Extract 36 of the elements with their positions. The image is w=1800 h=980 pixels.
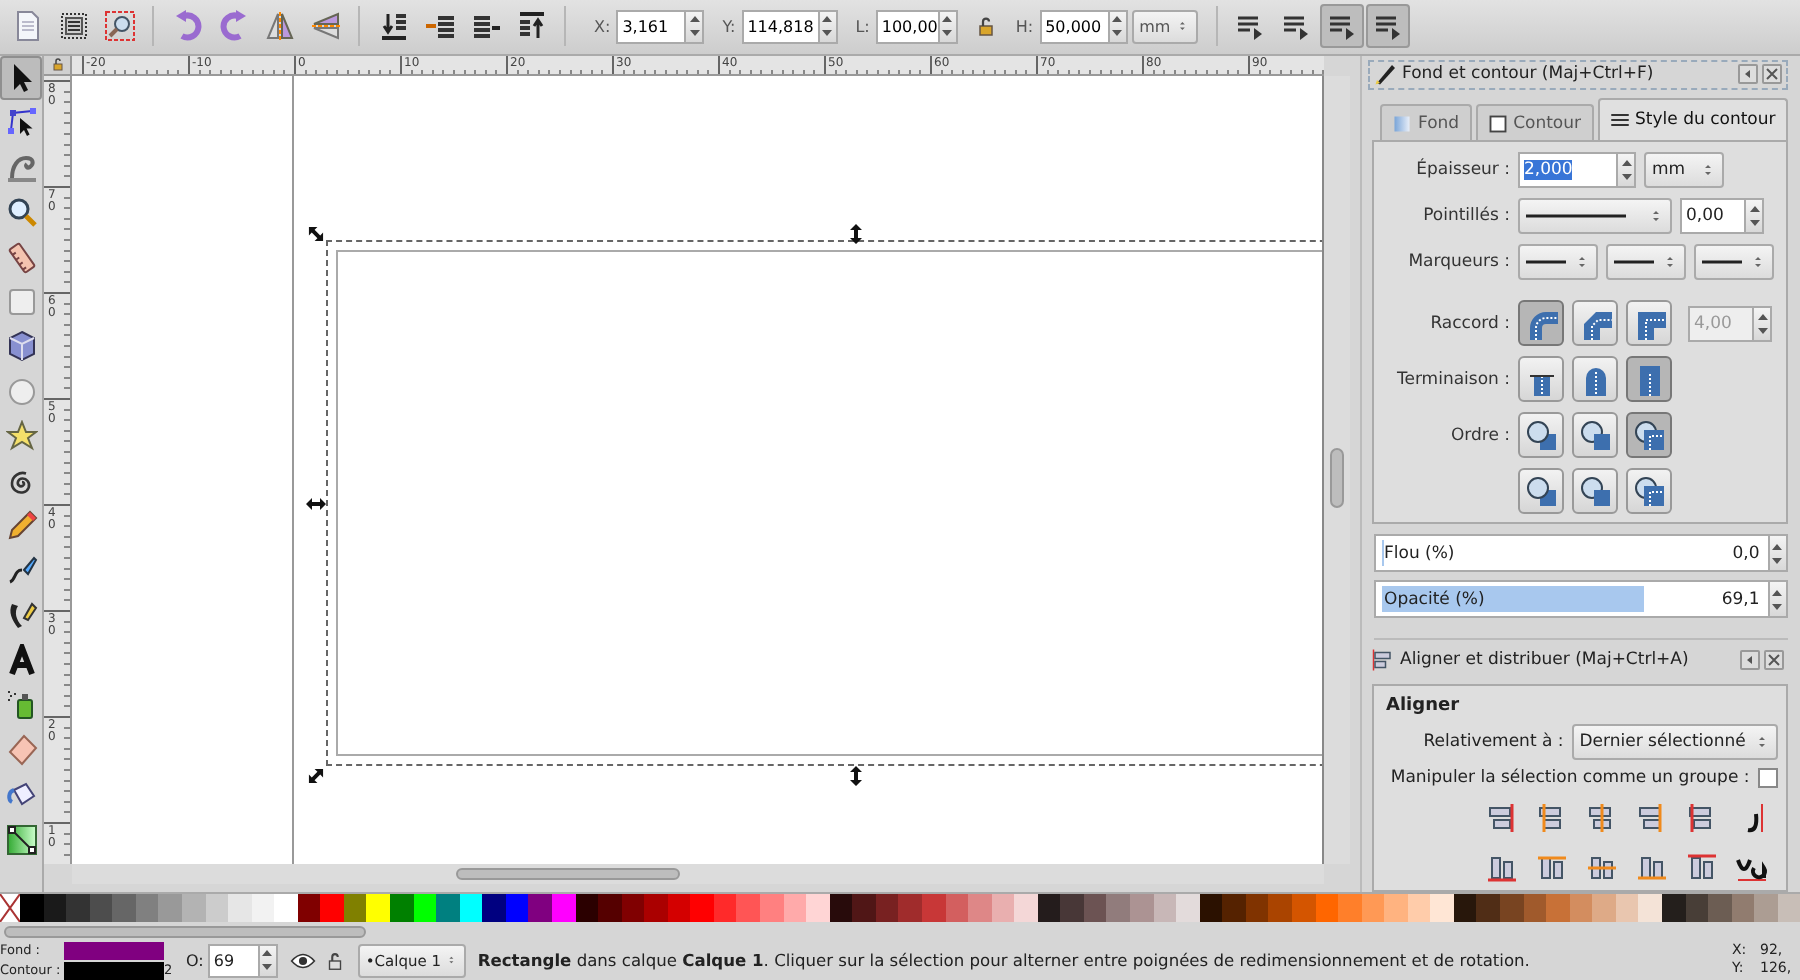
field-label: Raccord : — [1428, 313, 1510, 333]
slider-label: Flou (%) — [1384, 543, 1455, 563]
panel-title: Aligner et distribuer (Maj+Ctrl+A) — [1400, 650, 1691, 671]
field-label: Y: — [722, 17, 736, 36]
field-label: H: — [1015, 17, 1034, 36]
field-label: L: — [855, 17, 870, 36]
panel-title: Fond et contour (Maj+Ctrl+F) — [1402, 64, 1656, 85]
stroke-width-field[interactable]: 2,000 — [1518, 152, 1618, 188]
field-label: Épaisseur : — [1414, 160, 1510, 180]
slider-label: Opacité (%) — [1384, 589, 1485, 609]
field-label: Terminaison : — [1394, 369, 1510, 389]
section-heading: Aligner — [1386, 695, 1462, 716]
field-label: Marqueurs : — [1406, 252, 1510, 272]
opacity-label: O: — [186, 951, 204, 970]
number-field[interactable]: 50,000 — [1039, 9, 1110, 44]
unit-dropdown[interactable]: mm — [1131, 9, 1198, 44]
checkbox-label: Manipuler la sélection comme un groupe : — [1390, 767, 1750, 788]
status-message: Rectangle dans calque Calque 1. Cliquer sur la sélection pour alterner entre poignées de redimensionnement et de rotation. — [477, 950, 1530, 971]
number-field[interactable]: 3,161 — [616, 9, 687, 44]
unit-dropdown[interactable]: mm — [1644, 152, 1724, 188]
field-label: Ordre : — [1448, 425, 1510, 445]
tab[interactable]: Contour — [1475, 104, 1594, 140]
slider-value: 0,0 — [1732, 543, 1760, 563]
slider[interactable]: Flou (%) 0,0 — [1374, 534, 1770, 572]
relative-to-dropdown[interactable]: Dernier sélectionné — [1571, 723, 1778, 760]
slider-value: 69,1 — [1721, 589, 1760, 609]
tab[interactable]: Fond — [1380, 104, 1472, 140]
opacity-field[interactable]: 69 — [207, 943, 260, 978]
tab[interactable]: Style du contour — [1597, 98, 1788, 140]
dash-offset-field[interactable]: 0,00 — [1680, 198, 1746, 234]
field-label: Relativement à : — [1423, 731, 1564, 752]
number-field[interactable]: 100,00 — [875, 9, 940, 44]
number-field[interactable]: 114,818 — [741, 9, 820, 44]
field-label: X: — [594, 17, 611, 36]
slider[interactable]: Opacité (%) 69,1 — [1374, 580, 1770, 618]
field-label: Pointillés : — [1421, 206, 1510, 226]
